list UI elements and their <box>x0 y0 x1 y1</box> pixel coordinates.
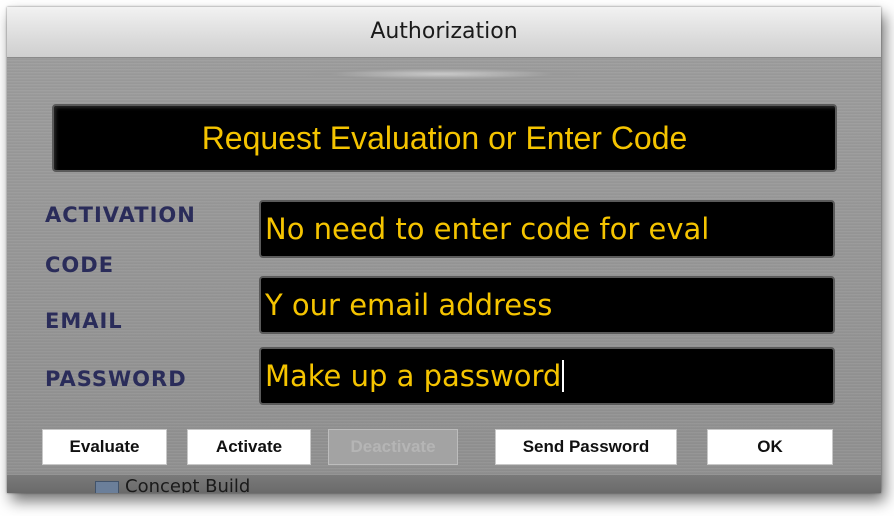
activate-button[interactable]: Activate <box>187 429 311 465</box>
activation-code-field[interactable]: No need to enter code for eval <box>259 200 835 258</box>
password-text: Make up a password <box>265 359 562 393</box>
email-field[interactable]: Y our email address <box>259 276 835 334</box>
instruction-banner: Request Evaluation or Enter Code <box>52 104 837 172</box>
password-label: PASSWORD <box>45 367 187 391</box>
evaluate-button[interactable]: Evaluate <box>42 429 167 465</box>
activation-code-label-line2: CODE <box>45 253 115 277</box>
password-input[interactable]: Make up a password <box>265 351 829 401</box>
background-window-strip: Concept Build <box>7 475 881 493</box>
email-label: EMAIL <box>45 309 123 333</box>
send-password-button[interactable]: Send Password <box>495 429 677 465</box>
authorization-window: Authorization Request Evaluation or Ente… <box>7 7 881 493</box>
activation-code-input[interactable]: No need to enter code for eval <box>265 204 829 254</box>
title-bar[interactable]: Authorization <box>7 7 881 58</box>
ok-button[interactable]: OK <box>707 429 833 465</box>
password-field[interactable]: Make up a password <box>259 347 835 405</box>
banner-text: Request Evaluation or Enter Code <box>201 119 688 156</box>
text-caret <box>562 360 565 392</box>
deactivate-button[interactable]: Deactivate <box>328 429 458 465</box>
window-title: Authorization <box>370 19 518 44</box>
background-item-text: Concept Build <box>125 476 251 493</box>
email-input[interactable]: Y our email address <box>265 280 829 330</box>
header-groove <box>297 67 587 81</box>
activation-code-label-line1: ACTIVATION <box>45 203 196 227</box>
folder-icon <box>95 481 119 493</box>
